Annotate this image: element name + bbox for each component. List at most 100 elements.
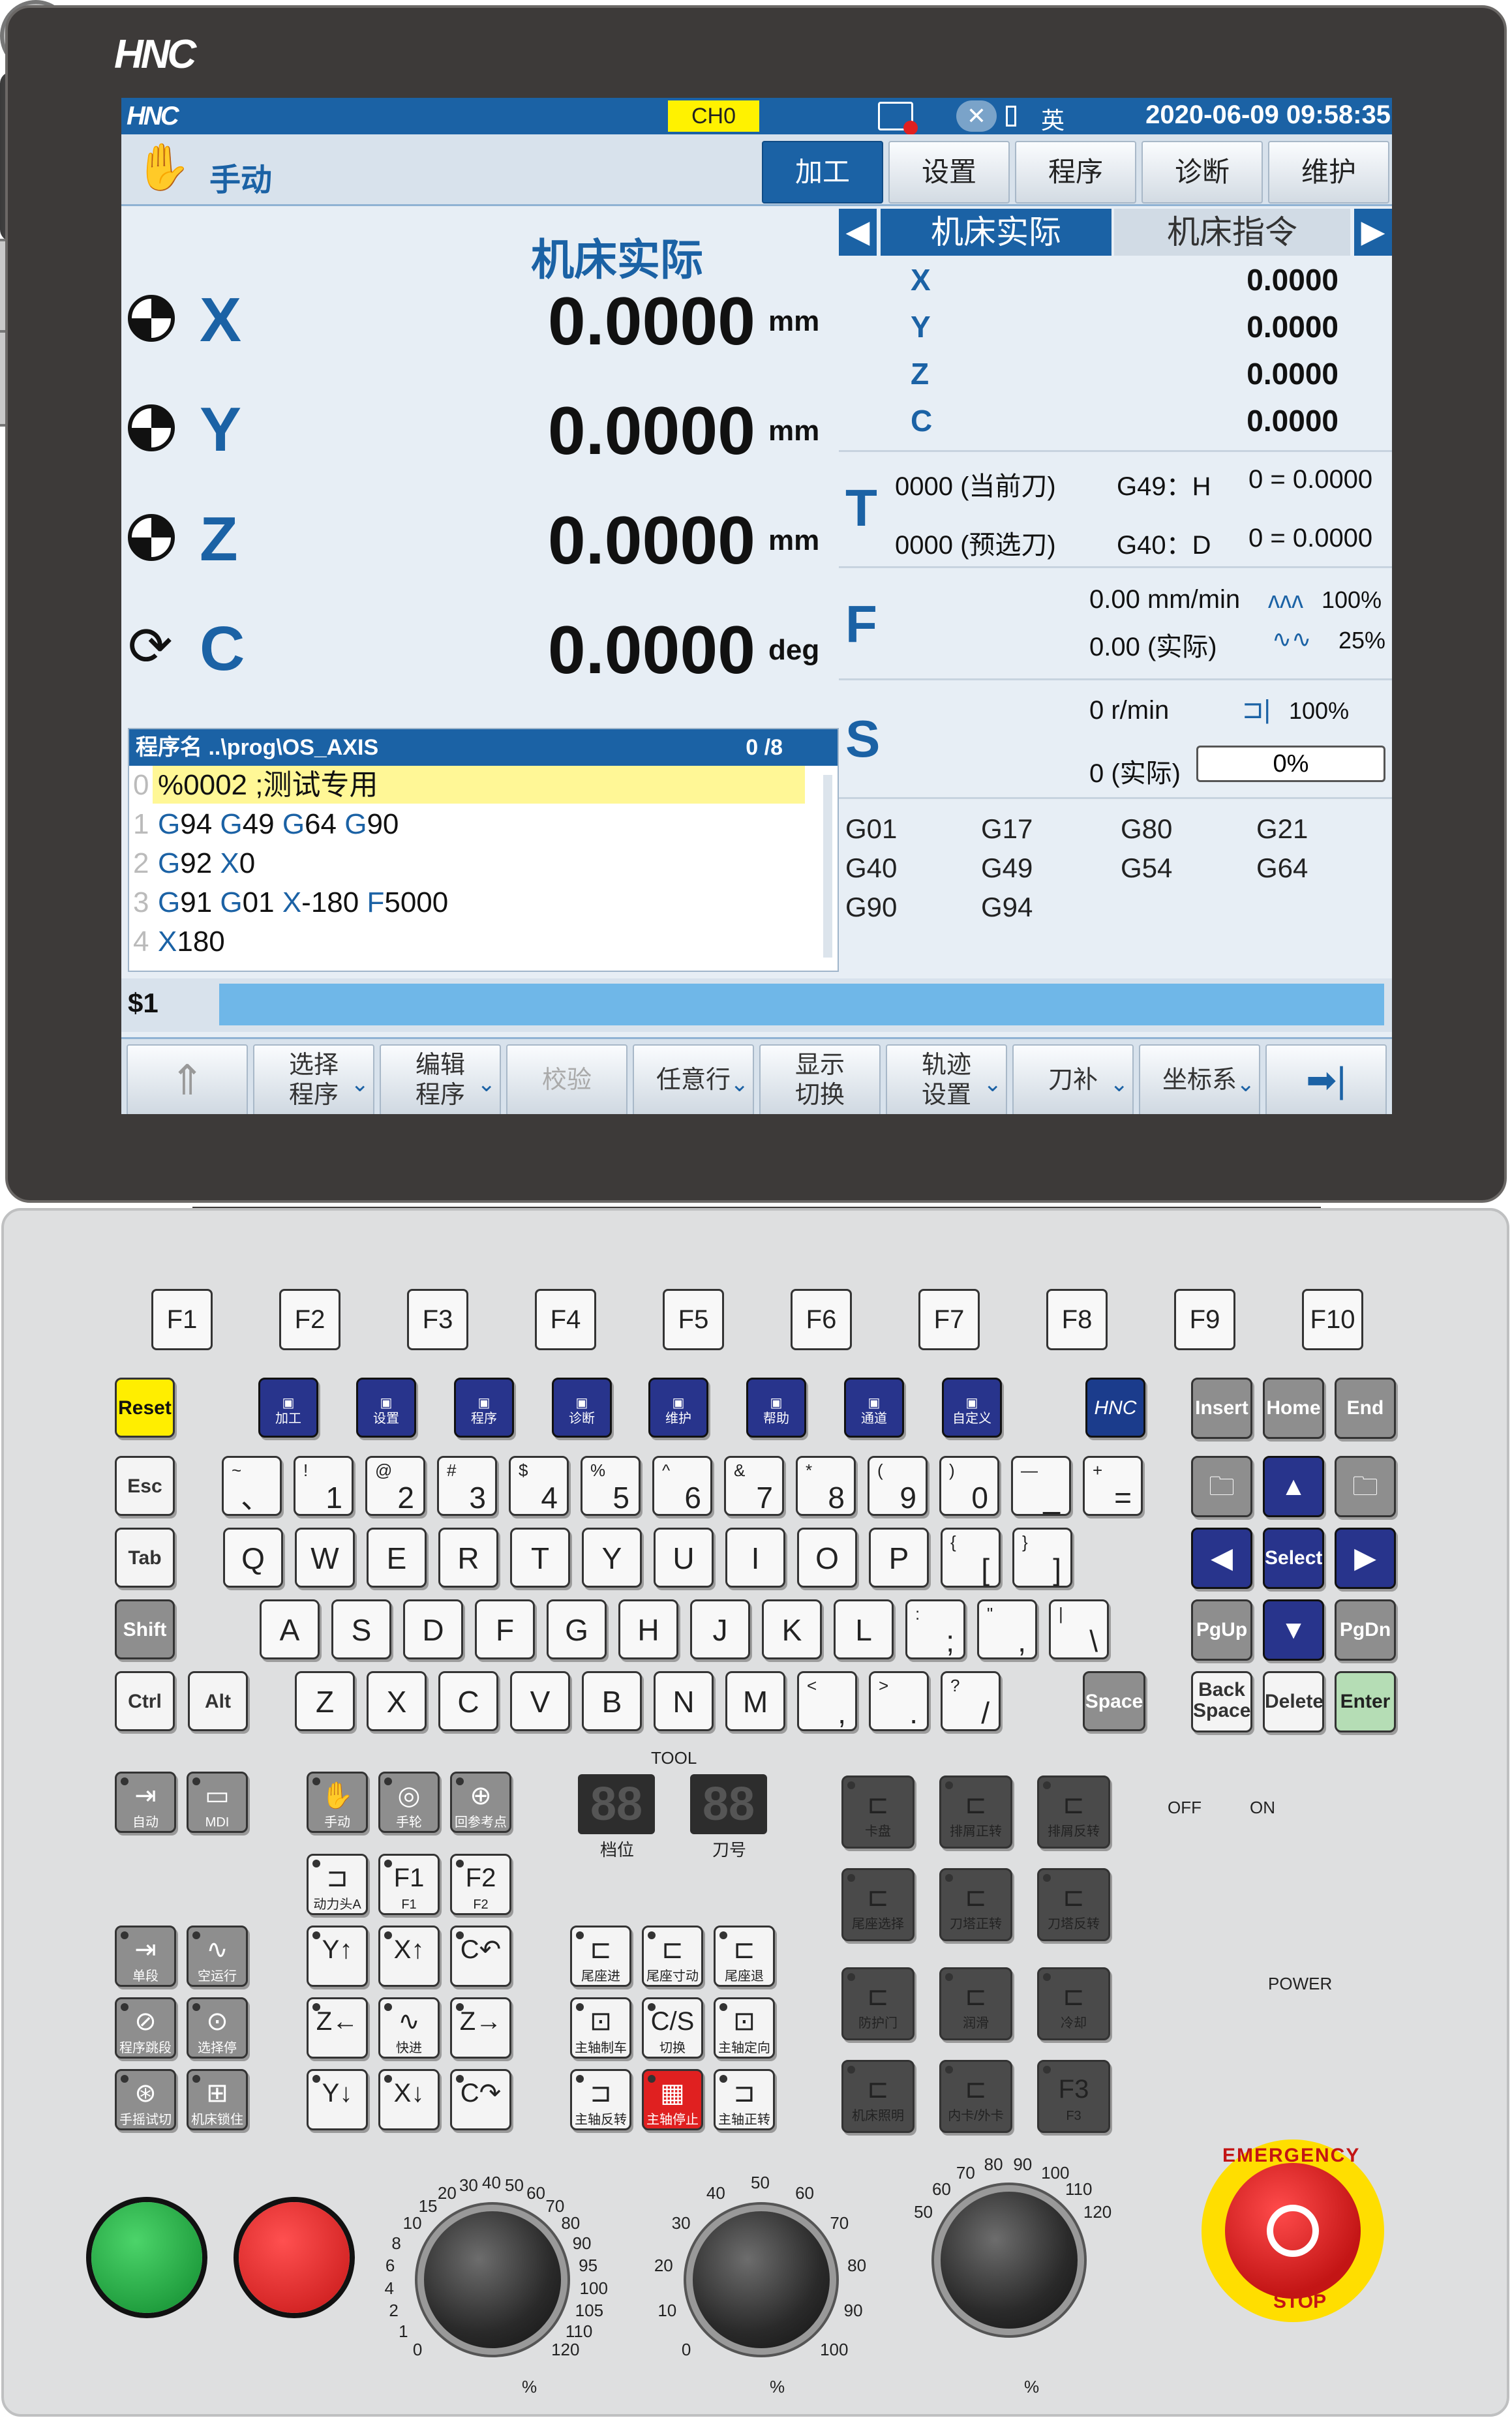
jog-button-8[interactable]: C↷ xyxy=(450,2069,511,2130)
folder-icon[interactable]: 🗀 xyxy=(1335,1456,1396,1517)
jog-button-7[interactable]: X↓ xyxy=(378,2069,440,2130)
aux-button-0-0[interactable]: ⊏ 卡盘 xyxy=(841,1776,915,1849)
softkey-2[interactable]: 编辑 程序 ⌄ xyxy=(380,1044,501,1114)
punct-key-2[interactable]: | \ xyxy=(1049,1599,1109,1659)
key-B[interactable]: B xyxy=(582,1671,642,1731)
function-key-F1[interactable]: F1 xyxy=(151,1289,213,1350)
jog-button-2[interactable]: C↶ xyxy=(450,1926,511,1987)
function-key-F6[interactable]: F6 xyxy=(791,1289,852,1350)
softkey-1[interactable]: 选择 程序 ⌄ xyxy=(253,1044,374,1114)
tab-main-2[interactable]: 程序 xyxy=(1015,141,1136,204)
key-Y[interactable]: Y xyxy=(582,1528,642,1588)
command-input[interactable] xyxy=(219,984,1384,1025)
home-key[interactable]: Home xyxy=(1263,1378,1324,1439)
key-C[interactable]: C xyxy=(438,1671,498,1731)
program-line[interactable]: 2 G92 X0 xyxy=(129,844,838,883)
ctrl-key[interactable]: Ctrl xyxy=(115,1671,175,1731)
arrow-up-icon[interactable]: ▲ xyxy=(1263,1456,1324,1517)
aux-button-2-2[interactable]: ⊏ 冷却 xyxy=(1037,1967,1110,2040)
f2-button[interactable]: F2 F2 xyxy=(450,1854,511,1915)
key-W[interactable]: W xyxy=(295,1528,355,1588)
function-key-F4[interactable]: F4 xyxy=(535,1289,596,1350)
key-N[interactable]: N xyxy=(654,1671,714,1731)
softkey-3[interactable]: 校验 xyxy=(506,1044,627,1114)
aux-button-1-1[interactable]: ⊏ 刀塔正转 xyxy=(939,1868,1012,1941)
program-line[interactable]: 1 G94 G49 G64 G90 xyxy=(129,805,838,844)
func-key-0[interactable]: ▣ 加工 xyxy=(258,1378,318,1438)
jog-button-6[interactable]: Y↓ xyxy=(307,2069,368,2130)
key-S[interactable]: S xyxy=(331,1599,391,1659)
program-line[interactable]: 4 X180 xyxy=(129,922,838,961)
key-K[interactable]: K xyxy=(762,1599,822,1659)
close-icon[interactable]: ✕ xyxy=(956,100,997,132)
key-7[interactable]: & 7 xyxy=(724,1456,784,1516)
spindle-button-4[interactable]: ▦ 主轴停止 xyxy=(642,2069,703,2130)
tailstock-button-2[interactable]: ⊏ 尾座退 xyxy=(714,1926,775,1987)
auto-button[interactable]: ⇥ 自动 xyxy=(115,1772,176,1833)
func-key-1[interactable]: ▣ 设置 xyxy=(356,1378,416,1438)
end-key[interactable]: End xyxy=(1335,1378,1396,1439)
softkey-9[interactable]: ➡| xyxy=(1265,1044,1387,1114)
key-11[interactable]: — _ xyxy=(1011,1456,1071,1516)
rapid-override-knob[interactable] xyxy=(693,2211,830,2348)
key-Z[interactable]: Z xyxy=(295,1671,355,1731)
single-block-button[interactable]: ⇥ 单段 xyxy=(115,1926,176,1987)
function-key-F7[interactable]: F7 xyxy=(918,1289,980,1350)
tailstock-button-1[interactable]: ⊏ 尾座寸动 xyxy=(642,1926,703,1987)
pgdn-key[interactable]: PgDn xyxy=(1335,1599,1396,1661)
key-1[interactable]: ! 1 xyxy=(294,1456,354,1516)
key-4[interactable]: $4 xyxy=(509,1456,569,1516)
key-A[interactable]: A xyxy=(260,1599,320,1659)
tailstock-button-0[interactable]: ⊏ 尾座进 xyxy=(570,1926,631,1987)
key-10[interactable]: ) 0 xyxy=(939,1456,999,1516)
tab-main-4[interactable]: 维护 xyxy=(1268,141,1389,204)
aux-button-2-0[interactable]: ⊏ 防护门 xyxy=(841,1967,915,2040)
jog-button-1[interactable]: X↑ xyxy=(378,1926,440,1987)
aux-button-1-0[interactable]: ⊏ 尾座选择 xyxy=(841,1868,915,1941)
tab-machine-actual[interactable]: 机床实际 xyxy=(881,209,1111,256)
punct2-key-0[interactable]: <, xyxy=(797,1671,857,1731)
handwheel-trial-button[interactable]: ⊛ 手摇试切 xyxy=(115,2069,176,2130)
aux-button-3-0[interactable]: ⊏ 机床照明 xyxy=(841,2060,915,2133)
program-line[interactable]: 3 G91 G01 X-180 F5000 xyxy=(129,883,838,922)
punct-key-1[interactable]: ", xyxy=(977,1599,1037,1659)
program-line[interactable]: 0 %0002 ;测试专用 xyxy=(129,766,838,805)
feed-override-knob[interactable] xyxy=(424,2211,561,2348)
tab-main-3[interactable]: 诊断 xyxy=(1142,141,1263,204)
key-R[interactable]: R xyxy=(438,1528,498,1588)
jog-button-4[interactable]: ∿ 快进 xyxy=(378,1997,440,2059)
softkey-7[interactable]: 刀补 ⌄ xyxy=(1012,1044,1134,1114)
aux-button-2-1[interactable]: ⊏ 润滑 xyxy=(939,1967,1012,2040)
punct2-key-2[interactable]: ? / xyxy=(941,1671,1001,1731)
program-window[interactable]: 程序名 ..\prog\OS_AXIS 0 /8 0 %0002 ;测试专用 1 G94… xyxy=(128,728,839,972)
softkey-6[interactable]: 轨迹 设置 ⌄ xyxy=(886,1044,1007,1114)
key-D[interactable]: D xyxy=(403,1599,463,1659)
spindle-button-3[interactable]: ⊐ 主轴反转 xyxy=(570,2069,631,2130)
aux-button-0-1[interactable]: ⊏ 排屑正转 xyxy=(939,1776,1012,1849)
key-V[interactable]: V xyxy=(510,1671,570,1731)
key-12[interactable]: + = xyxy=(1083,1456,1143,1516)
prev-page-icon[interactable]: ◀ xyxy=(839,209,877,256)
key-T[interactable]: T xyxy=(510,1528,570,1588)
select-key[interactable]: Select xyxy=(1263,1528,1324,1589)
tab-main-1[interactable]: 设置 xyxy=(888,141,1010,204)
enter-key[interactable]: Enter xyxy=(1335,1671,1396,1732)
aux-button-3-2[interactable]: F3 F3 xyxy=(1037,2060,1110,2133)
key-0[interactable]: ~、 xyxy=(222,1456,282,1516)
input-language[interactable]: 英 xyxy=(1041,102,1065,136)
dry-run-button[interactable]: ∿ 空运行 xyxy=(187,1926,248,1987)
tab-main-0[interactable]: 加工 xyxy=(762,141,883,204)
channel-indicator[interactable]: CH0 xyxy=(668,100,759,132)
aux-button-1-2[interactable]: ⊏ 刀塔反转 xyxy=(1037,1868,1110,1941)
key-5[interactable]: % 5 xyxy=(581,1456,641,1516)
insert-key[interactable]: Insert xyxy=(1191,1378,1252,1439)
next-page-icon[interactable]: ▶ xyxy=(1354,209,1392,256)
func-key-3[interactable]: ▣ 诊断 xyxy=(552,1378,612,1438)
osd-left-key[interactable]: ◀ xyxy=(1191,1528,1252,1589)
key-M[interactable]: M xyxy=(725,1671,785,1731)
arrow-down-icon[interactable]: ▼ xyxy=(1263,1599,1324,1661)
key-G[interactable]: G xyxy=(547,1599,607,1659)
pgup-key[interactable]: PgUp xyxy=(1191,1599,1252,1661)
hnc-logo-key[interactable]: HNC xyxy=(1085,1378,1145,1438)
func-key-6[interactable]: ▣ 通道 xyxy=(844,1378,904,1438)
